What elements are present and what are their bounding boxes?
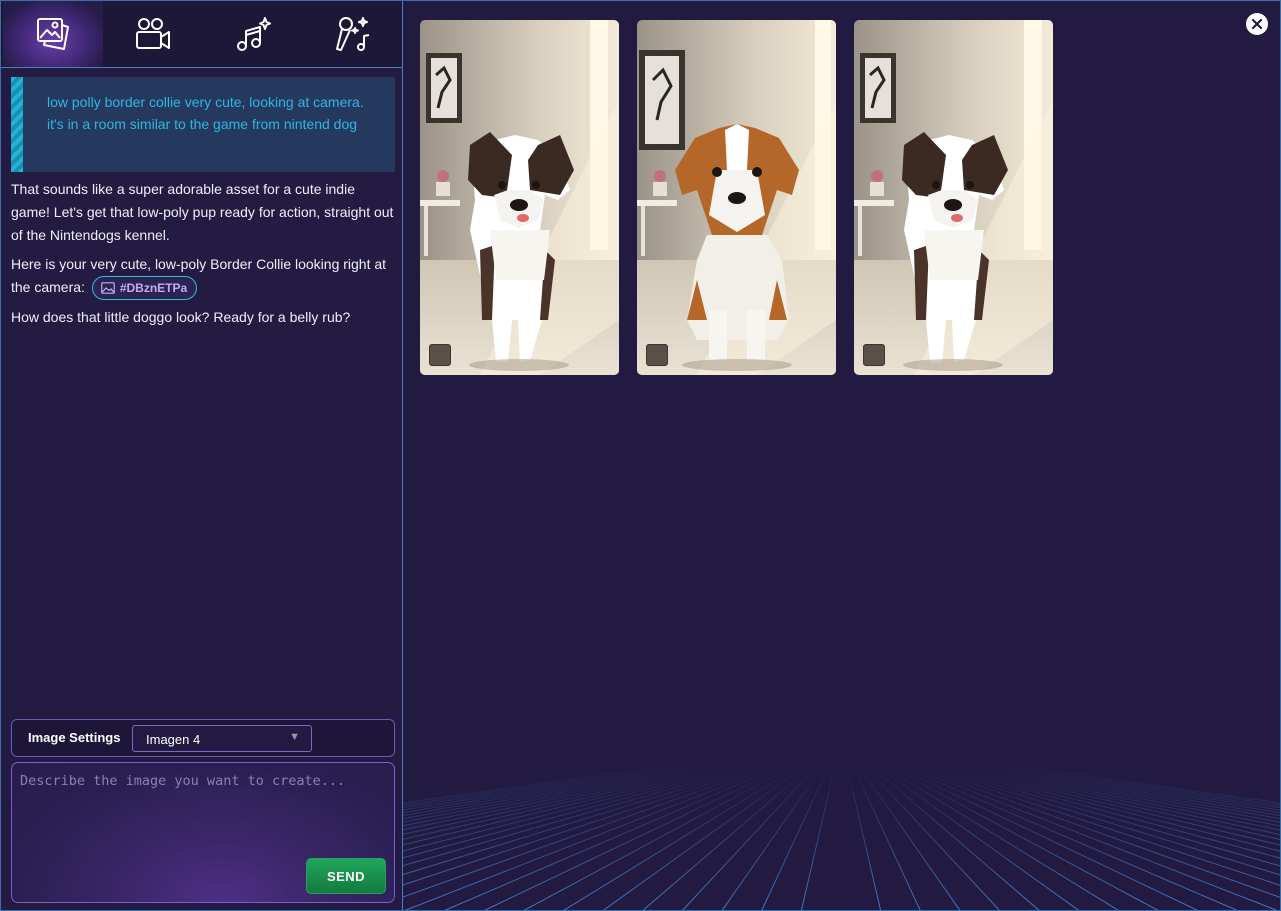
image-select-checkbox-3[interactable] [863, 344, 885, 366]
tab-music[interactable] [203, 1, 303, 67]
prompt-box: SEND [11, 762, 395, 903]
generated-image-card-1[interactable] [420, 20, 619, 375]
model-select-value: Imagen 4 [146, 732, 201, 747]
dropdown-arrow-icon: ▼ [289, 731, 300, 743]
media-tabs [1, 1, 402, 68]
ai-message-paragraph-2-text: Here is your very cute, low-poly Border … [11, 256, 387, 295]
tab-video[interactable] [103, 1, 203, 67]
prompt-input[interactable] [20, 773, 380, 853]
ai-message-paragraph-2: Here is your very cute, low-poly Border … [11, 253, 395, 301]
image-settings-bar: Image Settings Imagen 4 ▼ [11, 719, 395, 757]
video-camera-icon [136, 18, 170, 49]
chat-history: low polly border collie very cute, looki… [11, 77, 395, 329]
send-button[interactable]: SEND [306, 858, 386, 894]
perspective-grid-background [403, 766, 1280, 910]
image-select-checkbox-1[interactable] [429, 344, 451, 366]
music-sparkle-icon [237, 17, 271, 51]
image-icon [101, 282, 115, 295]
dog-image-3 [854, 20, 1053, 375]
image-reference-chip[interactable]: #DBznETPa [91, 276, 198, 301]
ai-message-paragraph-3: How does that little doggo look? Ready f… [11, 309, 351, 326]
image-settings-label: Image Settings [28, 730, 121, 745]
dog-image-2 [637, 20, 836, 375]
close-button[interactable] [1246, 13, 1268, 35]
chat-panel: low polly border collie very cute, looki… [1, 1, 403, 910]
model-select[interactable]: Imagen 4 ▼ [132, 725, 312, 752]
app-window: low polly border collie very cute, looki… [0, 0, 1281, 911]
close-icon [1251, 18, 1263, 30]
ai-message-paragraph-1: That sounds like a super adorable asset … [11, 181, 394, 243]
image-gallery-icon [37, 18, 69, 50]
tab-image[interactable] [3, 1, 103, 67]
microphone-sparkle-icon [336, 17, 370, 51]
generated-image-card-3[interactable] [854, 20, 1053, 375]
dog-image-1 [420, 20, 619, 375]
gallery-panel [403, 1, 1280, 910]
generated-image-card-2[interactable] [637, 20, 836, 375]
user-message-text: low polly border collie very cute, looki… [47, 94, 364, 132]
tab-voice[interactable] [303, 1, 403, 67]
image-select-checkbox-2[interactable] [646, 344, 668, 366]
image-reference-tag: #DBznETPa [119, 280, 188, 295]
user-message: low polly border collie very cute, looki… [11, 77, 395, 172]
user-message-stripe [11, 77, 23, 172]
